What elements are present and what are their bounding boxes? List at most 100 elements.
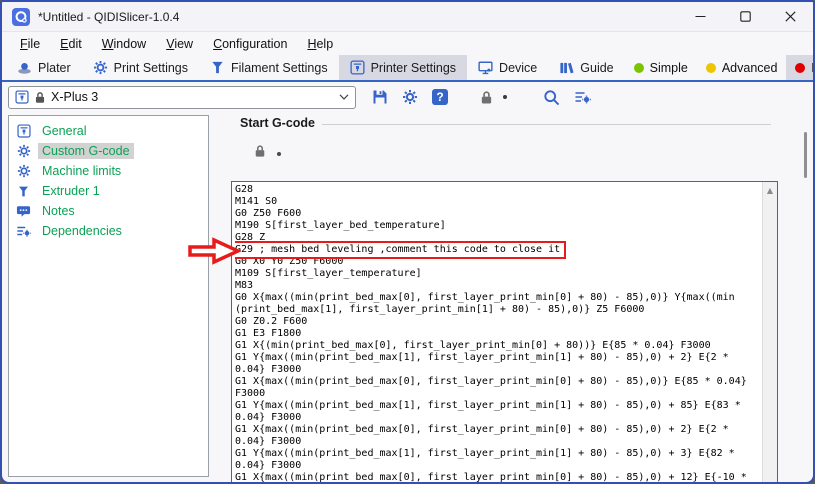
dependencies-icon (16, 224, 31, 238)
gcode-line: G1 E3 F1800 (235, 328, 760, 340)
menu-configuration[interactable]: Configuration (203, 35, 297, 53)
notes-icon (16, 204, 31, 218)
printer-icon (16, 124, 31, 138)
sidebar-item-label: Dependencies (38, 223, 126, 239)
menu-window[interactable]: Window (92, 35, 156, 53)
gcode-line: M190 S[first_layer_bed_temperature] (235, 220, 760, 232)
printer-icon (15, 90, 29, 104)
plater-icon (17, 60, 32, 75)
tab-label: Printer Settings (371, 61, 456, 75)
maximize-button[interactable] (723, 2, 768, 31)
chevron-down-icon (339, 94, 349, 100)
printer-icon (350, 60, 365, 75)
gcode-line: G1 X{(min(print_bed_max[0], first_layer_… (235, 340, 760, 352)
dot-indicator (503, 95, 507, 99)
gcode-line: G1 Y{max((min(print_bed_max[1], first_la… (235, 448, 760, 460)
sidebar-item-notes[interactable]: Notes (9, 201, 208, 221)
lock-icon (34, 91, 46, 104)
sidebar-item-dependencies[interactable]: Dependencies (9, 221, 208, 241)
scroll-up-arrow-icon: ▲ (767, 186, 773, 484)
gcode-line: G1 X{max((min(print_bed_max[0], first_la… (235, 376, 760, 388)
tab-filament-settings[interactable]: Filament Settings (199, 55, 339, 80)
gcode-line: G1 Y{max((min(print_bed_max[1], first_la… (235, 352, 760, 364)
gcode-line: G0 X0 Y0 Z50 F6000 (235, 256, 760, 268)
mode-simple[interactable]: Simple (625, 55, 697, 80)
sidebar-item-general[interactable]: General (9, 121, 208, 141)
lock-settings-button[interactable] (480, 90, 493, 105)
tab-print-settings[interactable]: Print Settings (82, 55, 199, 80)
help-icon: ? (432, 89, 448, 105)
menu-edit[interactable]: Edit (50, 35, 92, 53)
menu-help[interactable]: Help (297, 35, 343, 53)
settings-category-sidebar: General Custom G-code Machine limits Ext… (8, 115, 209, 477)
content-area: General Custom G-code Machine limits Ext… (2, 112, 813, 482)
extruder-icon (16, 185, 31, 198)
gcode-line: 0.04} F3000 (235, 436, 760, 448)
app-window: *Untitled - QIDISlicer-1.0.4 File Edit W… (0, 0, 815, 484)
sidebar-item-machine-limits[interactable]: Machine limits (9, 161, 208, 181)
section-divider (322, 124, 771, 125)
gear-icon (93, 60, 108, 75)
sidebar-item-custom-gcode[interactable]: Custom G-code (9, 141, 208, 161)
gear-icon (16, 144, 31, 158)
tab-device[interactable]: Device (467, 55, 548, 80)
guide-icon (559, 60, 574, 75)
preset-name: X-Plus 3 (51, 90, 334, 104)
gcode-content: G28M141 S0G0 Z50 F600M190 S[first_layer_… (235, 184, 760, 484)
compare-settings-icon[interactable] (574, 89, 591, 105)
expert-dot-icon (795, 63, 805, 73)
window-controls (678, 2, 813, 31)
gcode-line: F3000 (235, 388, 760, 400)
gcode-line: G1 Y{max((min(print_bed_max[1], first_la… (235, 400, 760, 412)
gcode-line: G0 X{max((min(print_bed_max[0], first_la… (235, 292, 760, 304)
menu-view[interactable]: View (156, 35, 203, 53)
textarea-scrollbar[interactable]: ▲ (762, 182, 777, 484)
gcode-line-highlighted: G29 ; mesh bed leveling ,comment this co… (235, 244, 563, 256)
device-icon (478, 60, 493, 75)
gcode-line: M83 (235, 280, 760, 292)
app-logo-icon (12, 8, 30, 26)
tab-guide[interactable]: Guide (548, 55, 624, 80)
advanced-dot-icon (706, 63, 716, 73)
start-gcode-textarea[interactable]: G28M141 S0G0 Z50 F600M190 S[first_layer_… (231, 181, 778, 484)
gcode-line: (print_bed_max[1], first_layer_print_min… (235, 304, 760, 316)
sidebar-item-label: General (38, 123, 90, 139)
tab-label: Plater (38, 61, 71, 75)
mode-label: Advanced (722, 61, 778, 75)
sidebar-item-label: Machine limits (38, 163, 125, 179)
sidebar-item-label: Custom G-code (38, 143, 134, 159)
window-scrollbar-thumb[interactable] (804, 132, 807, 178)
gear-icon (16, 164, 31, 178)
title-bar: *Untitled - QIDISlicer-1.0.4 (2, 2, 813, 32)
search-button[interactable] (543, 89, 560, 106)
gcode-line: 0.04} F3000 (235, 460, 760, 472)
gcode-line: M109 S[first_layer_temperature] (235, 268, 760, 280)
mode-advanced[interactable]: Advanced (697, 55, 787, 80)
annotation-arrow-icon (187, 237, 241, 265)
mode-switcher: Simple Advanced Expert (625, 55, 815, 80)
printer-preset-dropdown[interactable]: X-Plus 3 (8, 86, 356, 109)
save-preset-button[interactable] (372, 89, 388, 105)
menu-file[interactable]: File (10, 35, 50, 53)
preset-toolbar: X-Plus 3 ? (2, 82, 813, 112)
mode-label: Simple (650, 61, 688, 75)
simple-dot-icon (634, 63, 644, 73)
minimize-button[interactable] (678, 2, 723, 31)
gcode-line: G28 Z (235, 232, 760, 244)
gcode-line: G1 X{max((min(print_bed_max[0], first_la… (235, 424, 760, 436)
mode-expert[interactable]: Expert (786, 55, 815, 80)
sidebar-item-label: Notes (38, 203, 79, 219)
preset-settings-gear-button[interactable] (402, 89, 418, 105)
tab-printer-settings[interactable]: Printer Settings (339, 55, 467, 80)
tab-bar: Plater Print Settings Filament Settings … (2, 55, 813, 82)
help-button[interactable]: ? (432, 89, 448, 105)
menu-bar: File Edit Window View Configuration Help (2, 32, 813, 55)
tab-label: Print Settings (114, 61, 188, 75)
sidebar-item-label: Extruder 1 (38, 183, 104, 199)
dot-indicator (277, 152, 281, 156)
sidebar-item-extruder-1[interactable]: Extruder 1 (9, 181, 208, 201)
tab-label: Device (499, 61, 537, 75)
close-button[interactable] (768, 2, 813, 31)
lock-icon (254, 144, 266, 163)
tab-plater[interactable]: Plater (6, 55, 82, 80)
